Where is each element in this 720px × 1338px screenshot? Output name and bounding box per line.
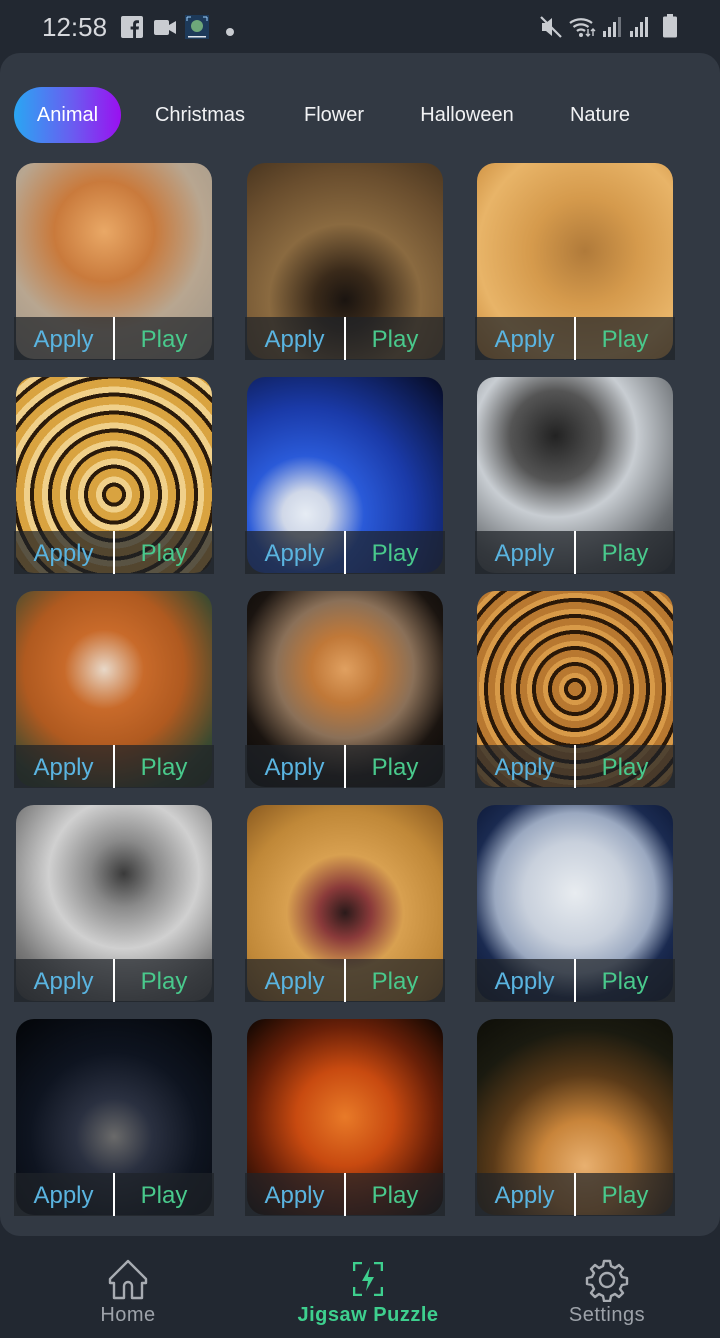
wallpaper-card[interactable]: Apply Play (475, 377, 675, 574)
card-action-bar: Apply Play (475, 959, 675, 1002)
category-tabs: Animal Christmas Flower Halloween Nature (14, 87, 714, 143)
apply-button[interactable]: Apply (245, 531, 344, 574)
play-button[interactable]: Play (114, 745, 214, 788)
wallpaper-card[interactable]: Apply Play (14, 805, 214, 1002)
facebook-icon (121, 16, 143, 43)
status-time: 12:58 (42, 12, 108, 42)
apply-button[interactable]: Apply (14, 745, 113, 788)
card-action-bar: Apply Play (245, 317, 445, 360)
apply-button[interactable]: Apply (245, 1173, 344, 1216)
apply-button[interactable]: Apply (475, 1173, 574, 1216)
play-button[interactable]: Play (345, 1173, 445, 1216)
content-panel: Animal Christmas Flower Halloween Nature… (0, 53, 720, 1236)
card-action-bar: Apply Play (14, 1173, 214, 1216)
play-button[interactable]: Play (575, 531, 675, 574)
face-scan-app-icon (185, 15, 209, 44)
apply-button[interactable]: Apply (475, 745, 574, 788)
play-button[interactable]: Play (345, 317, 445, 360)
card-action-bar: Apply Play (14, 745, 214, 788)
card-action-bar: Apply Play (14, 531, 214, 574)
card-action-bar: Apply Play (14, 959, 214, 1002)
card-action-bar: Apply Play (475, 531, 675, 574)
bottom-nav: Home Jigsaw Puzzle Settings (0, 1236, 720, 1338)
play-button[interactable]: Play (114, 317, 214, 360)
play-button[interactable]: Play (114, 1173, 214, 1216)
nav-jigsaw-puzzle[interactable]: Jigsaw Puzzle (248, 1236, 488, 1338)
nav-settings-label: Settings (568, 1304, 646, 1326)
apply-button[interactable]: Apply (475, 531, 574, 574)
mute-icon (540, 16, 562, 43)
play-button[interactable]: Play (575, 745, 675, 788)
nav-settings[interactable]: Settings (487, 1236, 720, 1338)
nav-home-label: Home (100, 1304, 156, 1326)
tab-flower[interactable]: Flower (292, 87, 376, 143)
apply-button[interactable]: Apply (245, 959, 344, 1002)
wallpaper-card[interactable]: Apply Play (245, 805, 445, 1002)
signal-icon-1 (603, 16, 623, 43)
play-button[interactable]: Play (114, 959, 214, 1002)
gear-icon (585, 1258, 629, 1307)
play-button[interactable]: Play (575, 959, 675, 1002)
wallpaper-card[interactable]: Apply Play (475, 805, 675, 1002)
battery-icon (663, 14, 677, 43)
wallpaper-card[interactable]: Apply Play (14, 1019, 214, 1216)
card-action-bar: Apply Play (475, 317, 675, 360)
signal-icon-2 (630, 16, 650, 43)
apply-button[interactable]: Apply (475, 959, 574, 1002)
card-action-bar: Apply Play (245, 745, 445, 788)
nav-jigsaw-puzzle-label: Jigsaw Puzzle (297, 1304, 439, 1326)
play-button[interactable]: Play (575, 317, 675, 360)
apply-button[interactable]: Apply (14, 317, 113, 360)
tab-nature[interactable]: Nature (560, 87, 640, 143)
play-button[interactable]: Play (114, 531, 214, 574)
play-button[interactable]: Play (575, 1173, 675, 1216)
card-action-bar: Apply Play (14, 317, 214, 360)
apply-button[interactable]: Apply (245, 317, 344, 360)
apply-button[interactable]: Apply (14, 531, 113, 574)
status-bar: 12:58 (0, 0, 720, 53)
card-action-bar: Apply Play (245, 959, 445, 1002)
card-action-bar: Apply Play (245, 531, 445, 574)
card-action-bar: Apply Play (245, 1173, 445, 1216)
jigsaw-flash-icon (352, 1261, 384, 1301)
wallpaper-card[interactable]: Apply Play (475, 163, 675, 360)
wallpaper-card[interactable]: Apply Play (475, 1019, 675, 1216)
wallpaper-card[interactable]: Apply Play (245, 1019, 445, 1216)
wallpaper-card[interactable]: Apply Play (14, 591, 214, 788)
video-camera-icon (154, 20, 176, 40)
tab-animal[interactable]: Animal (14, 87, 121, 143)
wifi-icon (569, 15, 597, 44)
wallpaper-card[interactable]: Apply Play (14, 377, 214, 574)
wallpaper-card[interactable]: Apply Play (245, 591, 445, 788)
play-button[interactable]: Play (345, 531, 445, 574)
card-action-bar: Apply Play (475, 1173, 675, 1216)
wallpaper-card[interactable]: Apply Play (245, 377, 445, 574)
wallpaper-card[interactable]: Apply Play (245, 163, 445, 360)
apply-button[interactable]: Apply (245, 745, 344, 788)
apply-button[interactable]: Apply (14, 959, 113, 1002)
apply-button[interactable]: Apply (14, 1173, 113, 1216)
home-icon (106, 1258, 150, 1307)
apply-button[interactable]: Apply (475, 317, 574, 360)
wallpaper-card[interactable]: Apply Play (14, 163, 214, 360)
play-button[interactable]: Play (345, 959, 445, 1002)
tab-halloween[interactable]: Halloween (412, 87, 522, 143)
nav-home[interactable]: Home (8, 1236, 248, 1338)
notification-dot-icon (226, 23, 234, 41)
wallpaper-card[interactable]: Apply Play (475, 591, 675, 788)
tab-christmas[interactable]: Christmas (144, 87, 256, 143)
card-action-bar: Apply Play (475, 745, 675, 788)
play-button[interactable]: Play (345, 745, 445, 788)
